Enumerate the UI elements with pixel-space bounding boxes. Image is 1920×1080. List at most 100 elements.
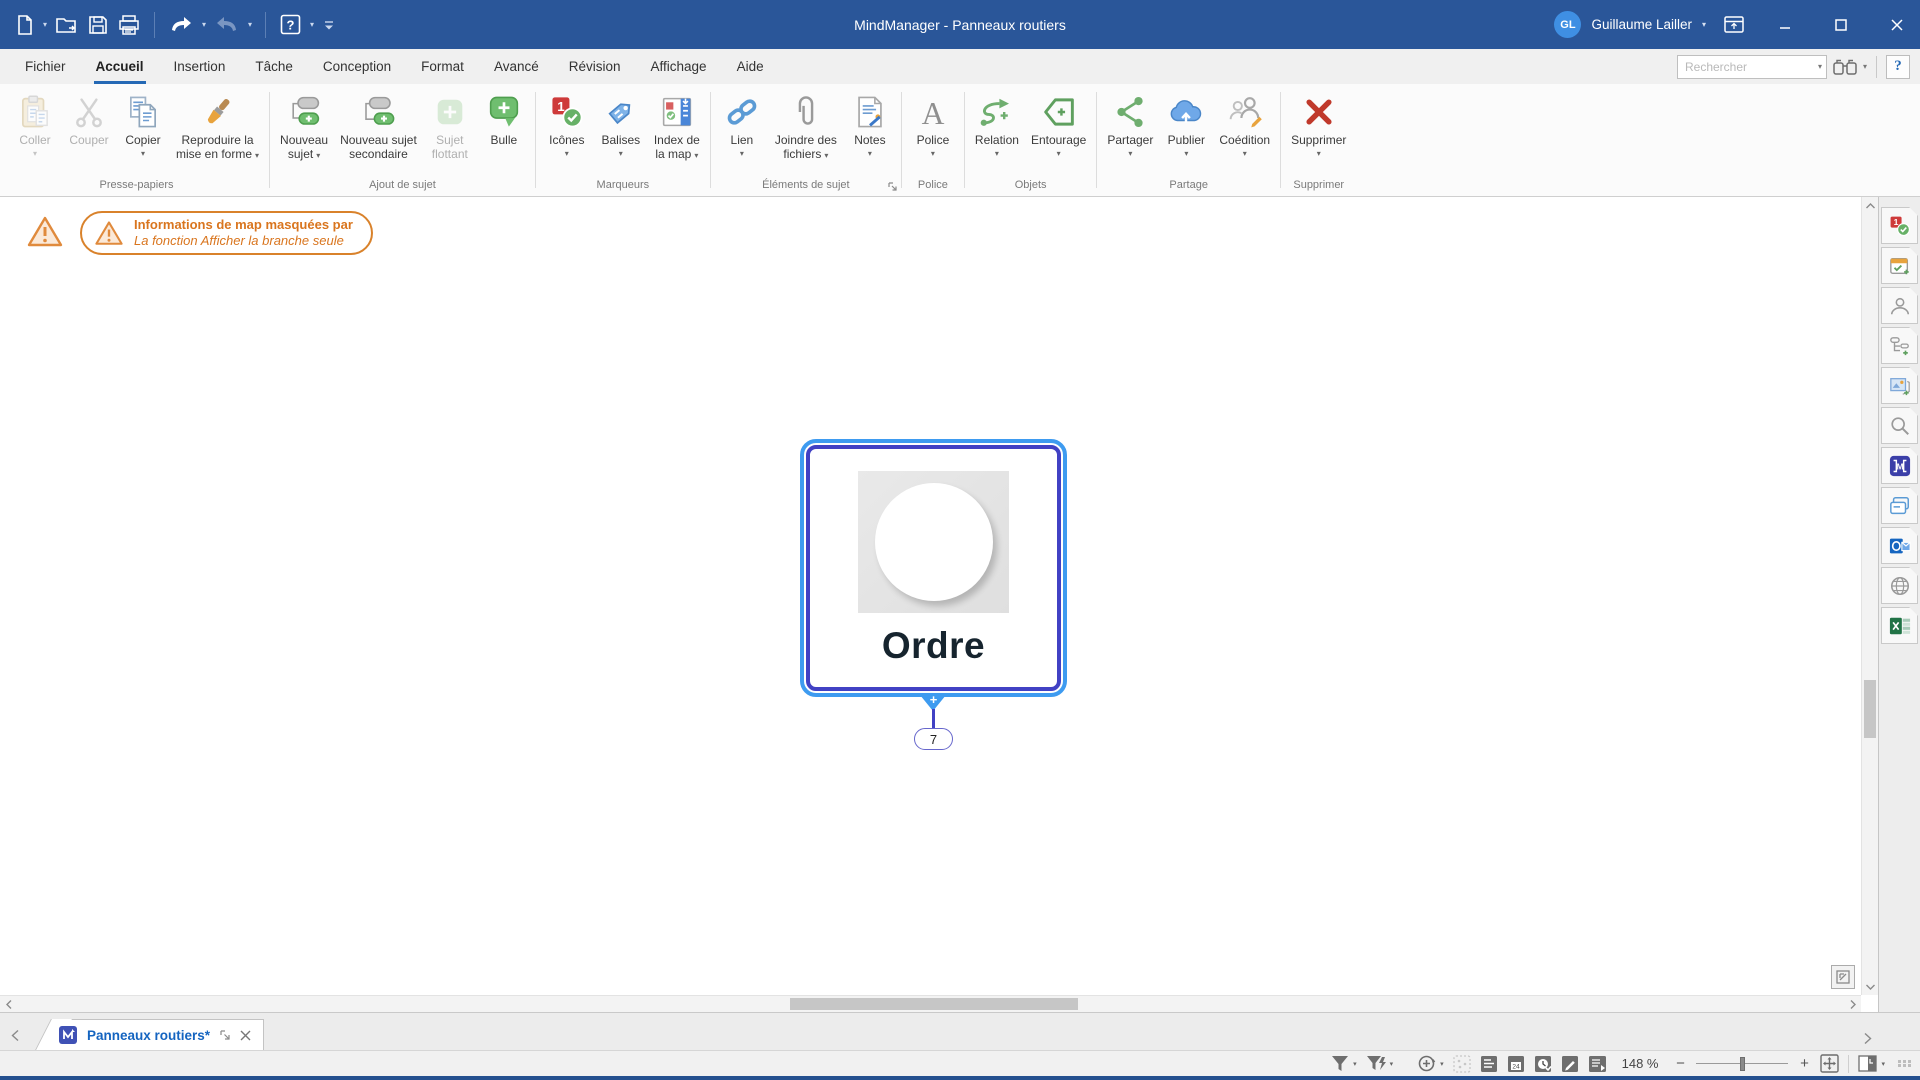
tab-revision[interactable]: Révision [554,49,636,84]
sidebar-marker-icons-icon[interactable]: 1 [1881,207,1918,244]
ribbon-display-options-icon[interactable] [1716,0,1752,49]
subtopic-count-badge[interactable]: 7 [914,728,953,750]
tab-tache[interactable]: Tâche [240,49,308,84]
tags-button[interactable]: Balises ▾ [594,89,648,177]
notes-button[interactable]: Notes ▾ [843,89,897,177]
resize-grip[interactable] [1898,1060,1912,1067]
sidebar-resources-icon[interactable] [1881,287,1918,324]
boundary-button[interactable]: Entourage ▾ [1025,89,1092,177]
tab-scroll-left-icon[interactable] [0,1020,30,1050]
delete-button[interactable]: Supprimer ▾ [1285,89,1352,177]
find-caret-icon[interactable]: ▾ [1863,62,1867,71]
refresh-add-caret-icon[interactable]: ▾ [1440,1060,1444,1068]
scroll-left-icon[interactable] [0,996,17,1013]
scroll-down-icon[interactable] [1862,978,1878,995]
user-name[interactable]: Guillaume Lailler [1591,17,1692,32]
find-binoculars-icon[interactable] [1833,58,1857,76]
tab-close-icon[interactable] [240,1030,251,1041]
document-tab-panneaux-routiers[interactable]: Panneaux routiers* [52,1019,264,1050]
cut-button[interactable]: Couper [62,89,116,177]
task-pane-caret-icon[interactable]: ▾ [1881,1060,1885,1068]
tab-affichage[interactable]: Affichage [636,49,722,84]
zoom-out-button[interactable]: − [1673,1055,1687,1072]
sidebar-snapshot-icon[interactable]: M [1881,447,1918,484]
fit-map-button[interactable] [1820,1054,1839,1073]
zoom-slider[interactable] [1696,1056,1788,1072]
filter-icon[interactable] [1331,1055,1349,1072]
filter-caret-icon[interactable]: ▾ [1353,1060,1357,1068]
coediting-button[interactable]: Coédition ▾ [1213,89,1276,177]
new-document-caret-icon[interactable]: ▾ [41,20,49,29]
map-canvas[interactable]: Informations de map masquées par La fonc… [0,197,1878,1012]
new-document-icon[interactable] [12,11,37,39]
attach-files-button[interactable]: Joindre des fichiers▾ [769,89,843,177]
topic-label[interactable]: Ordre [882,625,985,667]
floating-topic-button[interactable]: Sujet flottant [423,89,477,177]
zoom-slider-handle[interactable] [1740,1057,1745,1071]
avatar[interactable]: GL [1554,11,1581,38]
search-input[interactable] [1677,55,1827,79]
zoom-in-button[interactable]: + [1797,1055,1811,1072]
tracking-view-icon[interactable] [1534,1055,1552,1073]
font-button[interactable]: A Police ▾ [906,89,960,177]
open-icon[interactable] [53,12,81,38]
sidebar-outlook-icon[interactable] [1881,527,1918,564]
map-index-button[interactable]: Index de la map▾ [648,89,706,177]
format-painter-button[interactable]: Reproduire la mise en forme▾ [170,89,265,177]
user-menu-caret-icon[interactable]: ▾ [1702,20,1706,29]
relationship-button[interactable]: Relation ▾ [969,89,1025,177]
sidebar-file-browser-icon[interactable] [1881,487,1918,524]
central-topic[interactable]: Ordre [806,445,1061,691]
tab-insertion[interactable]: Insertion [159,49,241,84]
close-button[interactable] [1874,0,1920,49]
scroll-right-icon[interactable] [1844,996,1861,1013]
redo-caret-icon[interactable]: ▾ [246,20,254,29]
ribbon-help-button[interactable]: ? [1886,55,1910,79]
tab-format[interactable]: Format [406,49,479,84]
callout-button[interactable]: Bulle [477,89,531,177]
help-caret-icon[interactable]: ▾ [308,20,316,29]
task-pane-toggle-icon[interactable] [1858,1055,1877,1072]
power-filter-caret-icon[interactable]: ▾ [1390,1060,1394,1068]
minimize-button[interactable] [1762,0,1808,49]
sidebar-image-library-icon[interactable] [1881,367,1918,404]
copy-button[interactable]: Copier ▾ [116,89,170,177]
presentation-view-icon[interactable] [1588,1055,1607,1073]
tab-avance[interactable]: Avancé [479,49,554,84]
customize-toolbar-icon[interactable] [320,15,338,35]
sidebar-web-globe-icon[interactable] [1881,567,1918,604]
maximize-button[interactable] [1818,0,1864,49]
outline-view-icon[interactable] [1480,1055,1498,1073]
schedule-view-icon[interactable]: 24 [1507,1055,1525,1073]
search-caret-icon[interactable]: ▾ [1818,62,1822,71]
sidebar-search-icon[interactable] [1881,407,1918,444]
tab-aide[interactable]: Aide [722,49,779,84]
new-subtopic-button[interactable]: Nouveau sujet secondaire [334,89,423,177]
share-button[interactable]: Partager ▾ [1101,89,1159,177]
save-icon[interactable] [85,11,111,39]
redo-icon[interactable] [212,11,242,39]
tab-detach-icon[interactable] [219,1029,231,1041]
power-filter-icon[interactable] [1366,1055,1386,1072]
tab-scroll-right-icon[interactable] [1864,1033,1872,1044]
scroll-up-icon[interactable] [1862,197,1878,214]
help-icon[interactable]: ? [277,10,304,39]
print-icon[interactable] [115,11,143,39]
paste-button[interactable]: Coller ▾ [8,89,62,177]
undo-icon[interactable] [166,11,196,39]
publish-button[interactable]: Publier ▾ [1159,89,1213,177]
tab-conception[interactable]: Conception [308,49,406,84]
tab-accueil[interactable]: Accueil [81,49,159,84]
undo-caret-icon[interactable]: ▾ [200,20,208,29]
horizontal-scrollbar-thumb[interactable] [790,998,1078,1010]
map-info-hidden-warning[interactable]: Informations de map masquées par La fonc… [80,211,373,255]
vertical-scrollbar-thumb[interactable] [1864,680,1876,738]
link-button[interactable]: Lien ▾ [715,89,769,177]
sidebar-excel-icon[interactable] [1881,607,1918,644]
central-topic-selection[interactable]: Ordre [800,439,1067,697]
annotate-icon[interactable] [1561,1055,1579,1073]
sidebar-task-info-icon[interactable] [1881,247,1918,284]
icons-button[interactable]: 1 Icônes ▾ [540,89,594,177]
new-topic-button[interactable]: Nouveau sujet▾ [274,89,334,177]
horizontal-scrollbar[interactable] [0,995,1861,1012]
